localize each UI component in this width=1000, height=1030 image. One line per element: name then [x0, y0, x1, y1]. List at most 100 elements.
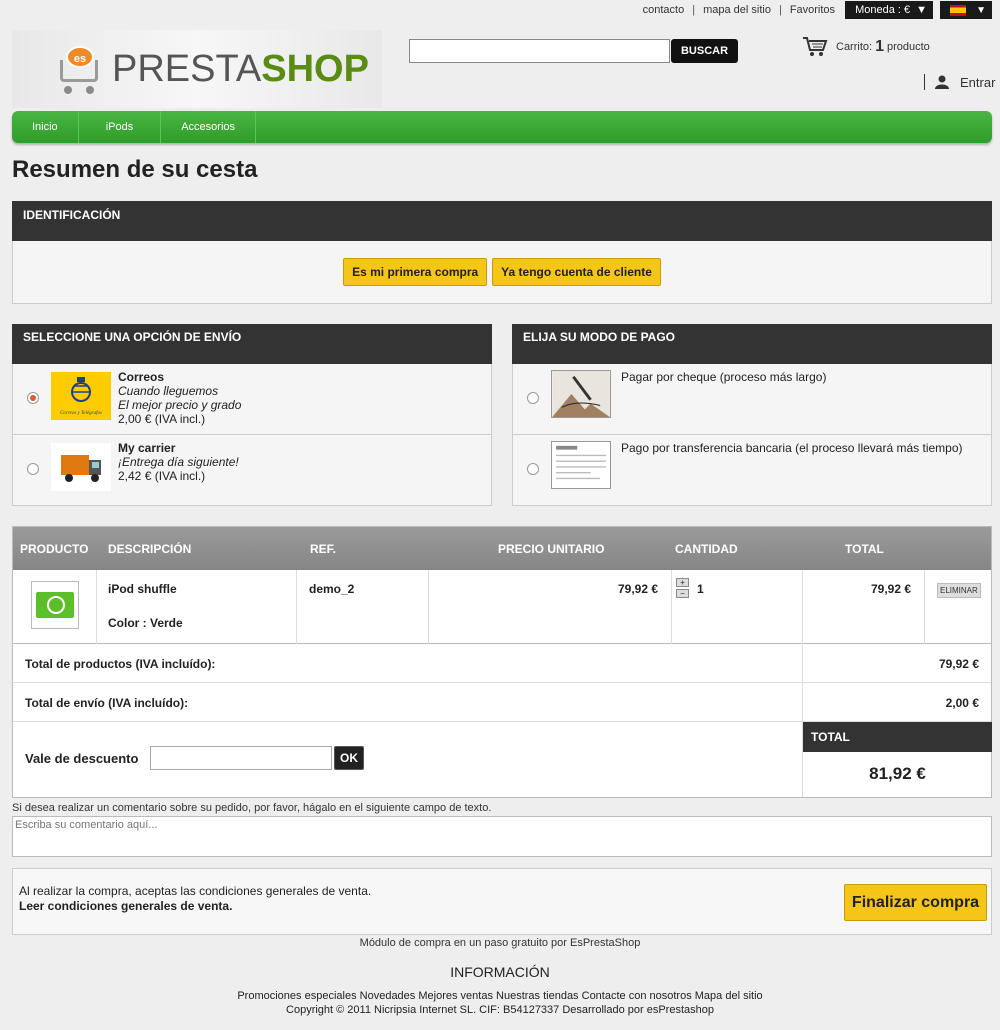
carrier-name: My carrier	[118, 441, 176, 455]
table-header: PRODUCTO DESCRIPCIÓN REF. PRECIO UNITARI…	[13, 527, 991, 570]
info-title: INFORMACIÓN	[450, 964, 550, 980]
product-name[interactable]: iPod shuffle	[108, 582, 177, 596]
column-header: PRODUCTO	[20, 541, 89, 556]
truck-icon	[51, 443, 111, 491]
shipping-total-label: Total de envío (IVA incluído):	[25, 696, 189, 710]
main-nav: Inicio iPods Accesorios	[12, 111, 992, 143]
products-total-row: Total de productos (IVA incluído): 79,92…	[13, 644, 991, 683]
column-header: TOTAL	[845, 541, 884, 556]
cart-summary[interactable]: Carrito: 1 producto	[802, 36, 930, 58]
nav-item-ipods[interactable]: iPods	[79, 111, 162, 143]
payment-radio-cheque[interactable]	[527, 392, 539, 404]
payment-option[interactable]: Pagar por cheque (proceso más largo)	[512, 364, 992, 435]
order-total-value: 81,92 €	[869, 764, 926, 783]
payment-radio-transfer[interactable]	[527, 463, 539, 475]
footer-link[interactable]: Contacte con nosotros	[582, 990, 692, 1002]
cart-count: 1	[875, 38, 884, 55]
first-purchase-button[interactable]: Es mi primera compra	[343, 258, 488, 286]
shipping-radio-my-carrier[interactable]	[27, 463, 39, 475]
discount-code-input[interactable]	[150, 746, 332, 770]
shipping-option[interactable]: My carrier ¡Entrega día siguiente! 2,42 …	[12, 435, 492, 506]
cart-logo-icon: es	[60, 44, 110, 94]
shipping-title: SELECCIONE UNA OPCIÓN DE ENVÍO	[12, 324, 492, 364]
footer-link[interactable]: Mejores ventas	[418, 990, 493, 1002]
comment-textarea[interactable]	[12, 816, 992, 857]
footer-link[interactable]: Promociones especiales	[237, 990, 356, 1002]
search-button[interactable]: BUSCAR	[671, 39, 738, 63]
payment-label: Pago por transferencia bancaria (el proc…	[621, 441, 963, 455]
delete-product-button[interactable]: ELIMINAR	[937, 583, 981, 598]
login-label: Entrar	[960, 74, 996, 90]
product-attribute: Color : Verde	[108, 616, 183, 630]
order-total-label: TOTAL	[803, 722, 992, 752]
favorites-link[interactable]: Favoritos	[782, 4, 843, 16]
discount-ok-button[interactable]: OK	[334, 746, 364, 770]
column-header: REF.	[310, 541, 337, 556]
nav-item-accesorios[interactable]: Accesorios	[161, 111, 257, 143]
product-ref: demo_2	[309, 582, 355, 596]
finish-order-button[interactable]: Finalizar compra	[844, 884, 987, 921]
cart-unit: producto	[886, 41, 930, 53]
caret-down-icon: ▼	[976, 4, 986, 16]
cart-table: PRODUCTO DESCRIPCIÓN REF. PRECIO UNITARI…	[12, 526, 992, 798]
store-logo[interactable]: es PRESTASHOP	[12, 30, 382, 108]
footer-link[interactable]: Nuestras tiendas	[496, 990, 579, 1002]
carrier-delay: Cuando lleguemos	[118, 384, 219, 398]
carrier-price: 2,42 € (IVA incl.)	[118, 469, 206, 483]
terms-text: Al realizar la compra, aceptas las condi…	[19, 884, 372, 898]
table-row: iPod shuffle Color : Verde demo_2 79,92 …	[13, 570, 991, 644]
logo-badge: es	[66, 46, 94, 68]
products-total-label: Total de productos (IVA incluído):	[25, 657, 216, 671]
logo-text-presta: PRESTA	[112, 47, 262, 90]
column-header: PRECIO UNITARIO	[498, 541, 605, 556]
contact-link[interactable]: contacto	[635, 4, 693, 16]
footer-link[interactable]: Mapa del sitio	[695, 990, 763, 1002]
quantity-minus-button[interactable]: −	[676, 589, 689, 598]
product-unit-price: 79,92 €	[618, 582, 659, 596]
shipping-radio-correos[interactable]	[27, 392, 39, 404]
carrier-desc: El mejor precio y grado	[118, 398, 242, 412]
user-icon	[935, 75, 949, 89]
page-title: Resumen de su cesta	[12, 156, 258, 183]
terms-link[interactable]: Leer condiciones generales de venta.	[19, 899, 232, 913]
currency-selector[interactable]: Moneda : € ▼	[845, 1, 933, 19]
correos-logo-icon: Correos y Telégrafos	[51, 372, 111, 420]
bank-transfer-icon	[551, 441, 611, 489]
quantity-plus-button[interactable]: +	[676, 578, 689, 587]
payment-option[interactable]: Pago por transferencia bancaria (el proc…	[512, 435, 992, 506]
sitemap-link[interactable]: mapa del sitio	[695, 4, 779, 16]
shipping-details: Correos Cuando lleguemos El mejor precio…	[118, 370, 241, 426]
correos-logo-text: Correos y Telégrafos	[60, 411, 102, 416]
shipping-details: My carrier ¡Entrega día siguiente! 2,42 …	[118, 441, 239, 483]
discount-row: Vale de descuento OK TOTAL 81,92 €	[13, 722, 992, 797]
language-selector[interactable]: ▼	[940, 1, 992, 19]
top-bar: contacto | mapa del sitio | Favoritos Mo…	[635, 0, 992, 20]
footer-link[interactable]: Novedades	[360, 990, 416, 1002]
product-quantity: 1	[697, 582, 704, 596]
payment-label: Pagar por cheque (proceso más largo)	[621, 370, 827, 384]
copyright: Copyright © 2011 Nicripsia Internet SL. …	[286, 1004, 714, 1016]
logo-text-shop: SHOP	[261, 47, 369, 90]
shipping-option[interactable]: Correos y Telégrafos Correos Cuando lleg…	[12, 364, 492, 435]
shipping-total-value: 2,00 €	[945, 696, 979, 710]
shipping-total-row: Total de envío (IVA incluído): 2,00 €	[13, 683, 991, 722]
column-header: CANTIDAD	[675, 541, 738, 556]
spain-flag-icon	[950, 4, 966, 16]
login-link[interactable]: Entrar	[924, 74, 995, 90]
column-header: DESCRIPCIÓN	[108, 541, 192, 556]
cheque-icon	[551, 370, 611, 418]
cart-label: Carrito:	[836, 41, 873, 53]
payment-title: ELIJA SU MODO DE PAGO	[512, 324, 992, 364]
search-input[interactable]	[409, 39, 670, 63]
nav-item-inicio[interactable]: Inicio	[12, 111, 79, 143]
discount-label: Vale de descuento	[25, 751, 139, 766]
identification-section: IDENTIFICACIÓN Es mi primera compra Ya t…	[12, 201, 992, 304]
carrier-price: 2,00 € (IVA incl.)	[118, 412, 206, 426]
payment-section: ELIJA SU MODO DE PAGO Pagar por cheque (…	[512, 324, 992, 506]
comment-label: Si desea realizar un comentario sobre su…	[12, 802, 492, 814]
footer-links: Promociones especiales Novedades Mejores…	[0, 990, 1000, 1002]
finish-section: Al realizar la compra, aceptas las condi…	[12, 868, 992, 935]
product-image[interactable]	[31, 581, 79, 629]
have-account-button[interactable]: Ya tengo cuenta de cliente	[492, 258, 661, 286]
carrier-delay: ¡Entrega día siguiente!	[118, 455, 239, 469]
